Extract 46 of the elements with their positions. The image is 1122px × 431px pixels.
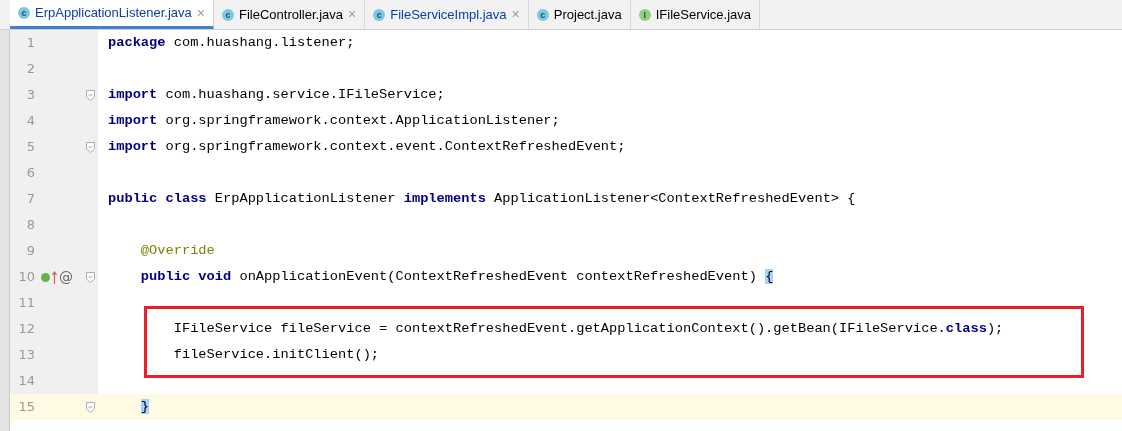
code-line: public void onApplicationEvent(ContextRefreshedEvent contextRefreshedEvent) {	[139, 267, 774, 286]
code-line: import com.huashang.service.IFileService;	[107, 85, 445, 104]
line-number: 2	[25, 60, 35, 79]
class-icon: c	[536, 8, 549, 21]
line-number: 3	[25, 86, 35, 105]
line-number: 10	[17, 268, 35, 287]
tab-label: Project.java	[553, 5, 622, 24]
up-arrow-icon[interactable]	[52, 270, 57, 284]
file-tab[interactable]: c ErpApplicationListener.java ×	[10, 0, 214, 29]
implements-icon[interactable]	[41, 272, 50, 282]
line-number: 15	[17, 398, 35, 417]
line-number: 13	[17, 346, 35, 365]
fold-icon[interactable]	[86, 271, 95, 283]
tab-label: FileController.java	[239, 5, 344, 24]
code-line: import org.springframework.context.ApplicationListener;	[107, 111, 560, 130]
line-number: 4	[25, 112, 35, 131]
code-line: fileService.initClient();	[172, 345, 380, 364]
line-number: 11	[17, 294, 35, 313]
code-line: package com.huashang.listener;	[107, 33, 355, 52]
line-number: 7	[25, 190, 35, 209]
line-number: 6	[25, 164, 35, 183]
code-line: import org.springframework.context.event.ContextRefreshedEvent;	[107, 137, 626, 156]
tab-label: ErpApplicationListener.java	[35, 4, 192, 23]
class-icon: c	[222, 8, 234, 21]
code-line: public class ErpApplicationListener implements ApplicationListener<ContextRefreshedEvent> {	[107, 189, 856, 208]
fold-icon[interactable]	[86, 401, 95, 413]
file-tab[interactable]: c Project.java	[528, 0, 631, 29]
code-line: @Override	[139, 241, 215, 260]
fold-icon[interactable]	[86, 141, 95, 153]
line-number: 14	[17, 372, 35, 391]
line-number: 8	[25, 216, 35, 235]
file-tab[interactable]: c FileServiceImpl.java ×	[365, 0, 529, 29]
tab-label: FileServiceImpl.java	[390, 5, 507, 24]
tab-label: IFileService.java	[655, 5, 752, 24]
code-line: IFileService fileService = contextRefreshedEvent.getApplicationContext().getBean(IFileService.class);	[172, 319, 1004, 338]
line-number: 5	[25, 138, 35, 157]
line-number: 9	[25, 242, 35, 261]
class-icon: c	[18, 7, 30, 19]
line-number: 1	[25, 34, 35, 53]
line-number: 12	[17, 320, 35, 339]
interface-icon: I	[638, 8, 651, 21]
file-tab[interactable]: I IFileService.java	[630, 0, 761, 29]
file-tab[interactable]: c FileController.java ×	[214, 0, 366, 29]
class-icon: c	[373, 8, 386, 21]
fold-icon[interactable]	[86, 89, 95, 101]
annotation-icon[interactable]: @	[59, 270, 73, 284]
